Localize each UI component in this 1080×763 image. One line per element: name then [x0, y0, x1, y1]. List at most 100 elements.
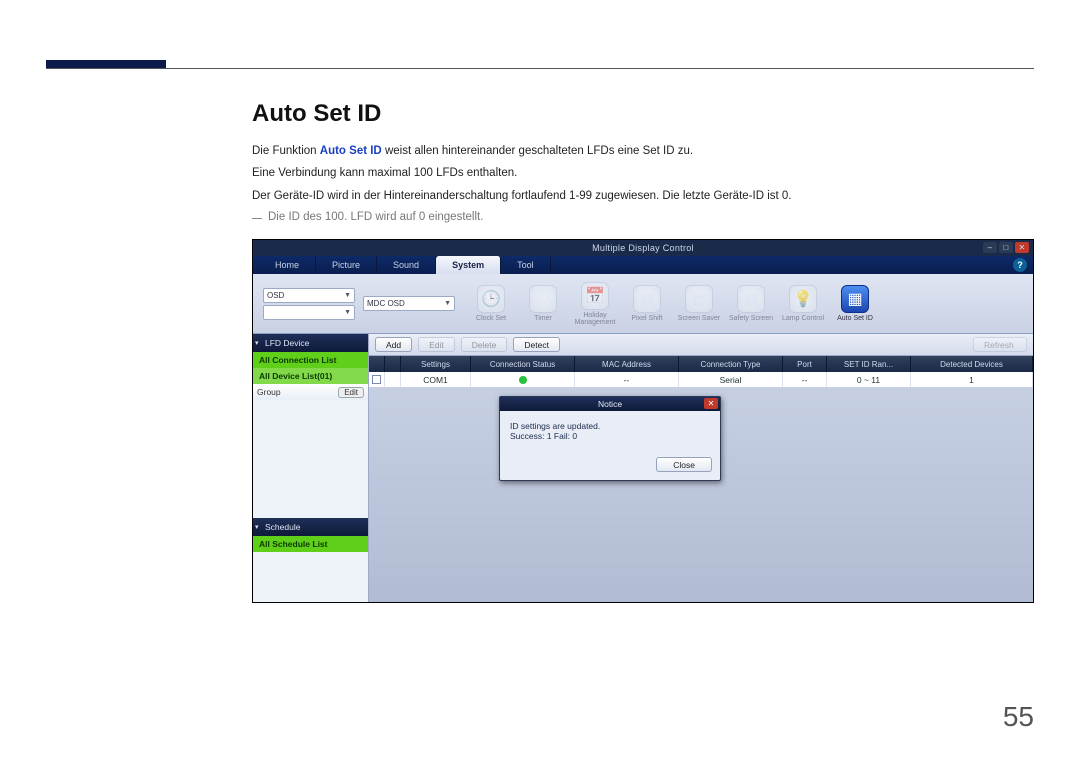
text: Die Funktion — [252, 145, 320, 157]
ribbon-auto-set-id[interactable]: ▦ Auto Set ID — [833, 281, 877, 327]
horizontal-rule — [46, 68, 1034, 69]
col-check — [369, 356, 385, 372]
sidebar-all-device[interactable]: All Device List(01) — [253, 368, 368, 384]
maximize-button[interactable]: □ — [999, 242, 1013, 253]
chevron-down-icon: ▼ — [444, 300, 451, 307]
row-port: -- — [783, 372, 827, 387]
toolbar-refresh[interactable]: Refresh — [973, 337, 1027, 352]
ribbon-lamp-control[interactable]: 💡Lamp Control — [781, 281, 825, 327]
minimize-button[interactable]: – — [983, 242, 997, 253]
sidebar-group-label: Group — [257, 387, 281, 397]
tab-sound[interactable]: Sound — [377, 256, 436, 274]
grid-header: Settings Connection Status MAC Address C… — [369, 356, 1033, 372]
dialog-line-1: ID settings are updated. — [510, 421, 710, 431]
sidebar-all-connection[interactable]: All Connection List — [253, 352, 368, 368]
grid-body: Notice ✕ ID settings are updated. Succes… — [369, 388, 1033, 602]
col-set-id-range: SET ID Ran... — [827, 356, 911, 372]
chevron-down-icon: ▼ — [344, 292, 351, 299]
window-buttons: – □ ✕ — [983, 242, 1029, 253]
table-row[interactable]: COM1 -- Serial -- 0 ~ 11 1 — [369, 372, 1033, 388]
sidebar-header-schedule[interactable]: Schedule — [253, 518, 368, 536]
text: weist allen hintereinander geschalteten … — [382, 145, 693, 157]
col-status — [385, 356, 401, 372]
note-text: Die ID des 100. LFD wird auf 0 eingestel… — [252, 211, 1034, 223]
main-tabs: Home Picture Sound System Tool ? — [253, 256, 1033, 274]
source-select[interactable]: OSD ▼ — [263, 288, 355, 303]
toolbar-detect[interactable]: Detect — [513, 337, 560, 352]
icon-label: Safety Screen — [729, 315, 773, 322]
ribbon-screen-saver[interactable]: ▦ Screen Saver — [677, 281, 721, 327]
col-mac: MAC Address — [575, 356, 679, 372]
ribbon-clock-set[interactable]: 🕒 Clock Set — [469, 281, 513, 327]
sidebar-group-row: Group Edit — [253, 384, 368, 400]
window-title: Multiple Display Control — [592, 243, 694, 253]
row-detected: 1 — [911, 372, 1033, 387]
col-settings: Settings — [401, 356, 471, 372]
dialog-title: Notice ✕ — [500, 397, 720, 411]
tab-picture[interactable]: Picture — [316, 256, 377, 274]
toolbar: Add Edit Delete Detect Refresh — [369, 334, 1033, 356]
row-range: 0 ~ 11 — [827, 372, 911, 387]
close-button[interactable]: ✕ — [1015, 242, 1029, 253]
keyword: Auto Set ID — [320, 145, 382, 157]
shield-icon: ▦ — [737, 285, 765, 313]
tab-tool[interactable]: Tool — [501, 256, 551, 274]
row-conn-status — [471, 372, 575, 387]
help-button[interactable]: ? — [1013, 258, 1027, 272]
mode-combo: MDC OSD ▼ — [363, 296, 455, 311]
row-mac: -- — [575, 372, 679, 387]
col-detected: Detected Devices — [911, 356, 1033, 372]
ribbon: OSD ▼ ▼ MDC OSD ▼ 🕒 Clock Set ⏱ Timer 📅 Hol… — [253, 274, 1033, 334]
clock-icon: 🕒 — [477, 285, 505, 313]
dialog-body: ID settings are updated. Success: 1 Fail… — [500, 411, 720, 453]
notice-dialog: Notice ✕ ID settings are updated. Succes… — [499, 396, 721, 481]
window-titlebar: Multiple Display Control – □ ✕ — [253, 240, 1033, 256]
page-number: 55 — [1003, 701, 1034, 733]
row-conn-type: Serial — [679, 372, 783, 387]
icon-label: Timer — [534, 315, 552, 322]
combo-value: MDC OSD — [367, 299, 405, 308]
timer-icon: ⏱ — [529, 285, 557, 313]
sidebar-edit-button[interactable]: Edit — [338, 387, 364, 398]
icon-label: Screen Saver — [678, 315, 720, 322]
body-text-1: Die Funktion Auto Set ID weist allen hin… — [252, 142, 1034, 160]
toolbar-edit[interactable]: Edit — [418, 337, 455, 352]
ribbon-safety-screen[interactable]: ▦ Safety Screen — [729, 281, 773, 327]
ribbon-timer[interactable]: ⏱ Timer — [521, 281, 565, 327]
body-text-3: Der Geräte-ID wird in der Hintereinander… — [252, 187, 1034, 205]
col-port: Port — [783, 356, 827, 372]
toolbar-delete[interactable]: Delete — [461, 337, 508, 352]
col-conn-status: Connection Status — [471, 356, 575, 372]
ribbon-pixel-shift[interactable]: ▦Pixel Shift — [625, 281, 669, 327]
row-checkbox[interactable] — [372, 375, 381, 384]
mode-select[interactable]: MDC OSD ▼ — [363, 296, 455, 311]
row-settings: COM1 — [401, 372, 471, 387]
sidebar-header-lfd[interactable]: LFD Device — [253, 334, 368, 352]
id-grid-icon: ▦ — [841, 285, 869, 313]
row-status-cell — [385, 372, 401, 387]
chevron-down-icon: ▼ — [344, 309, 351, 316]
app-body: LFD Device All Connection List All Devic… — [253, 334, 1033, 602]
ribbon-icons: 🕒Clock Set ⏱Timer 📅Holiday Management ▦P… — [469, 281, 877, 327]
dialog-close-button[interactable]: ✕ — [704, 398, 718, 409]
body-text-2: Eine Verbindung kann maximal 100 LFDs en… — [252, 164, 1034, 182]
icon-label: Holiday Management — [573, 312, 617, 326]
source-combo: OSD ▼ ▼ — [263, 288, 355, 320]
icon-label: Pixel Shift — [631, 315, 662, 322]
calendar-icon: 📅 — [581, 282, 609, 310]
main-panel: Add Edit Delete Detect Refresh Settings … — [369, 334, 1033, 602]
ribbon-holiday[interactable]: 📅 Holiday Management — [573, 281, 617, 327]
icon-label: Auto Set ID — [837, 315, 873, 322]
sidebar-spacer — [253, 400, 368, 518]
dialog-close-ok[interactable]: Close — [656, 457, 712, 472]
source-select-2[interactable]: ▼ — [263, 305, 355, 320]
sidebar-all-schedule[interactable]: All Schedule List — [253, 536, 368, 552]
tab-home[interactable]: Home — [259, 256, 316, 274]
screen-icon: ▦ — [685, 285, 713, 313]
sidebar-spacer-bottom — [253, 552, 368, 602]
icon-label: Clock Set — [476, 315, 506, 322]
tab-system[interactable]: System — [436, 256, 501, 274]
status-dot-icon — [519, 376, 527, 384]
lamp-icon: 💡 — [789, 285, 817, 313]
toolbar-add[interactable]: Add — [375, 337, 412, 352]
